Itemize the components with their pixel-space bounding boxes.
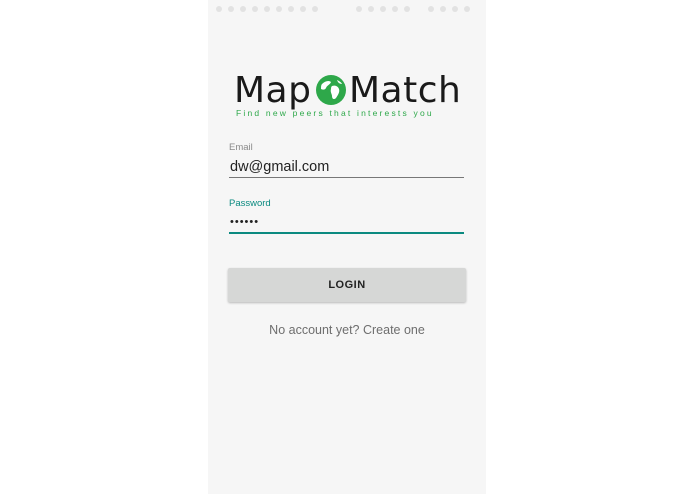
signal-icon [380,6,386,12]
notification-icon [228,6,234,12]
logo-text-map: Map [234,70,312,111]
email-field-group: Email [229,142,465,178]
login-screen: Map Match Find new peers that interests … [208,0,486,494]
email-label: Email [229,142,253,153]
clock-icon [464,6,470,12]
app-logo: Map Match Find new peers that interests … [208,70,486,120]
password-label: Password [229,198,271,209]
email-input[interactable] [229,154,464,178]
password-field-group: Password [229,198,465,234]
notification-icon [300,6,306,12]
notification-icon [288,6,294,12]
notification-icon [240,6,246,12]
globe-icon [316,75,346,105]
notification-icon [276,6,282,12]
notification-icon [252,6,258,12]
notification-icon [264,6,270,12]
battery-icon [428,6,434,12]
create-account-link[interactable]: No account yet? Create one [208,322,486,338]
status-bar [208,0,486,18]
clock-icon [452,6,458,12]
clock-icon [440,6,446,12]
login-button[interactable]: LOGIN [228,268,466,302]
signal-icon [392,6,398,12]
password-input[interactable] [229,210,464,234]
signal-icon [404,6,410,12]
screen: Map Match Find new peers that interests … [0,0,695,494]
signal-icon [368,6,374,12]
notification-icon [216,6,222,12]
notification-icon [312,6,318,12]
app-tagline: Find new peers that interests you [236,108,434,118]
wifi-icon [356,6,362,12]
logo-text-match: Match [349,70,462,111]
